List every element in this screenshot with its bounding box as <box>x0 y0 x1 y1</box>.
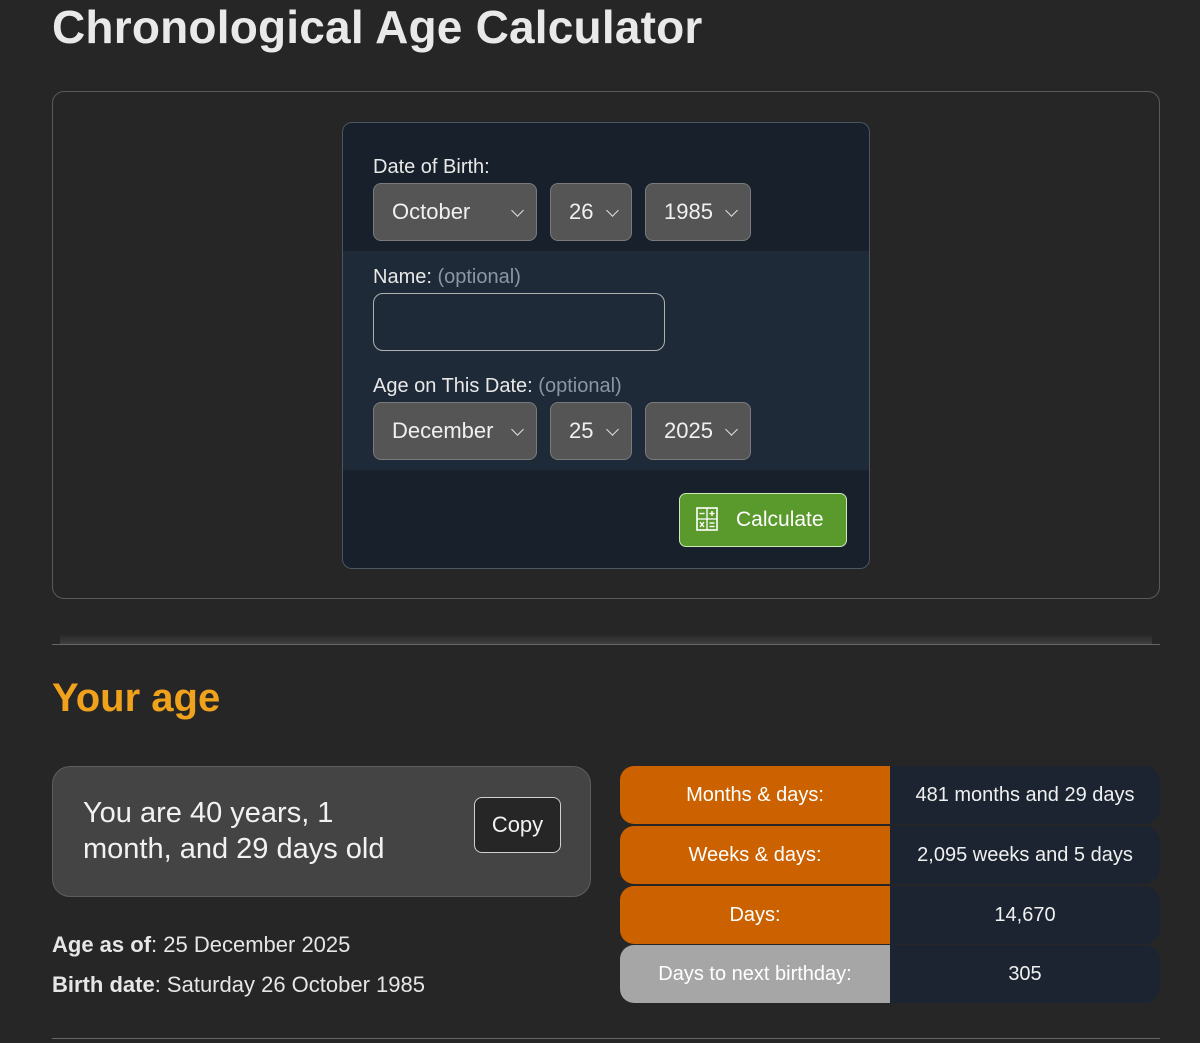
age-summary-text: You are 40 years, 1 month, and 29 days o… <box>83 797 385 865</box>
dob-day-value: 26 <box>569 199 594 224</box>
stat-label: Days: <box>620 886 890 944</box>
name-label: Name: (optional) <box>373 265 521 289</box>
age-on-year-value: 2025 <box>664 418 713 443</box>
age-on-label-text: Age on This Date: <box>373 375 533 397</box>
age-on-optional-hint: (optional) <box>538 375 622 397</box>
stat-value: 481 months and 29 days <box>890 766 1160 824</box>
birth-date-label: Birth date <box>52 972 155 997</box>
stat-value: 305 <box>890 945 1160 1003</box>
chevron-down-icon <box>511 423 524 436</box>
age-on-year-select[interactable]: 2025 <box>645 402 751 460</box>
calculator-icon <box>696 507 718 531</box>
chevron-down-icon <box>511 204 524 217</box>
chevron-down-icon <box>725 204 738 217</box>
section-divider <box>52 644 1160 645</box>
age-on-day-select[interactable]: 25 <box>550 402 632 460</box>
dob-month-select[interactable]: October <box>373 183 537 241</box>
stat-value: 14,670 <box>890 886 1160 944</box>
age-on-label: Age on This Date: (optional) <box>373 374 622 398</box>
stat-label: Days to next birthday: <box>620 945 890 1003</box>
stat-row-next-birthday: Days to next birthday: 305 <box>620 945 1160 1003</box>
stat-label: Months & days: <box>620 766 890 824</box>
calculator-form: Date of Birth: October 26 1985 Name: (op… <box>342 122 870 569</box>
age-as-of-label: Age as of <box>52 932 152 957</box>
stat-row-days: Days: 14,670 <box>620 886 1160 944</box>
name-optional-hint: (optional) <box>437 266 521 288</box>
stat-value: 2,095 weeks and 5 days <box>890 826 1160 884</box>
name-input[interactable] <box>373 293 665 351</box>
birth-date-value: Saturday 26 October 1985 <box>166 972 425 997</box>
chevron-down-icon <box>606 423 619 436</box>
calculate-button[interactable]: Calculate <box>679 493 847 547</box>
age-on-month-select[interactable]: December <box>373 402 537 460</box>
calculate-label: Calculate <box>736 508 824 531</box>
stat-row-weeks: Weeks & days: 2,095 weeks and 5 days <box>620 826 1160 884</box>
age-as-of-line: Age as of: 25 December 2025 <box>52 932 351 957</box>
birth-date-line: Birth date: Saturday 26 October 1985 <box>52 972 425 997</box>
copy-button[interactable]: Copy <box>474 797 561 853</box>
dob-day-select[interactable]: 26 <box>550 183 632 241</box>
stat-row-months: Months & days: 481 months and 29 days <box>620 766 1160 824</box>
dob-year-select[interactable]: 1985 <box>645 183 751 241</box>
dob-month-value: October <box>392 199 471 224</box>
chevron-down-icon <box>606 204 619 217</box>
results-title: Your age <box>52 676 221 720</box>
chevron-down-icon <box>725 423 738 436</box>
bottom-divider <box>52 1038 1160 1039</box>
age-on-month-value: December <box>392 418 494 443</box>
name-label-text: Name: <box>373 266 432 288</box>
age-as-of-value: 25 December 2025 <box>163 932 351 957</box>
page: Chronological Age Calculator Date of Bir… <box>0 0 1200 1043</box>
dob-year-value: 1985 <box>664 199 713 224</box>
age-on-day-value: 25 <box>569 418 594 443</box>
dob-label: Date of Birth: <box>373 156 490 178</box>
stat-label: Weeks & days: <box>620 826 890 884</box>
section-shadow <box>60 634 1152 644</box>
page-title: Chronological Age Calculator <box>52 1 703 53</box>
age-summary-box: You are 40 years, 1 month, and 29 days o… <box>52 766 591 897</box>
